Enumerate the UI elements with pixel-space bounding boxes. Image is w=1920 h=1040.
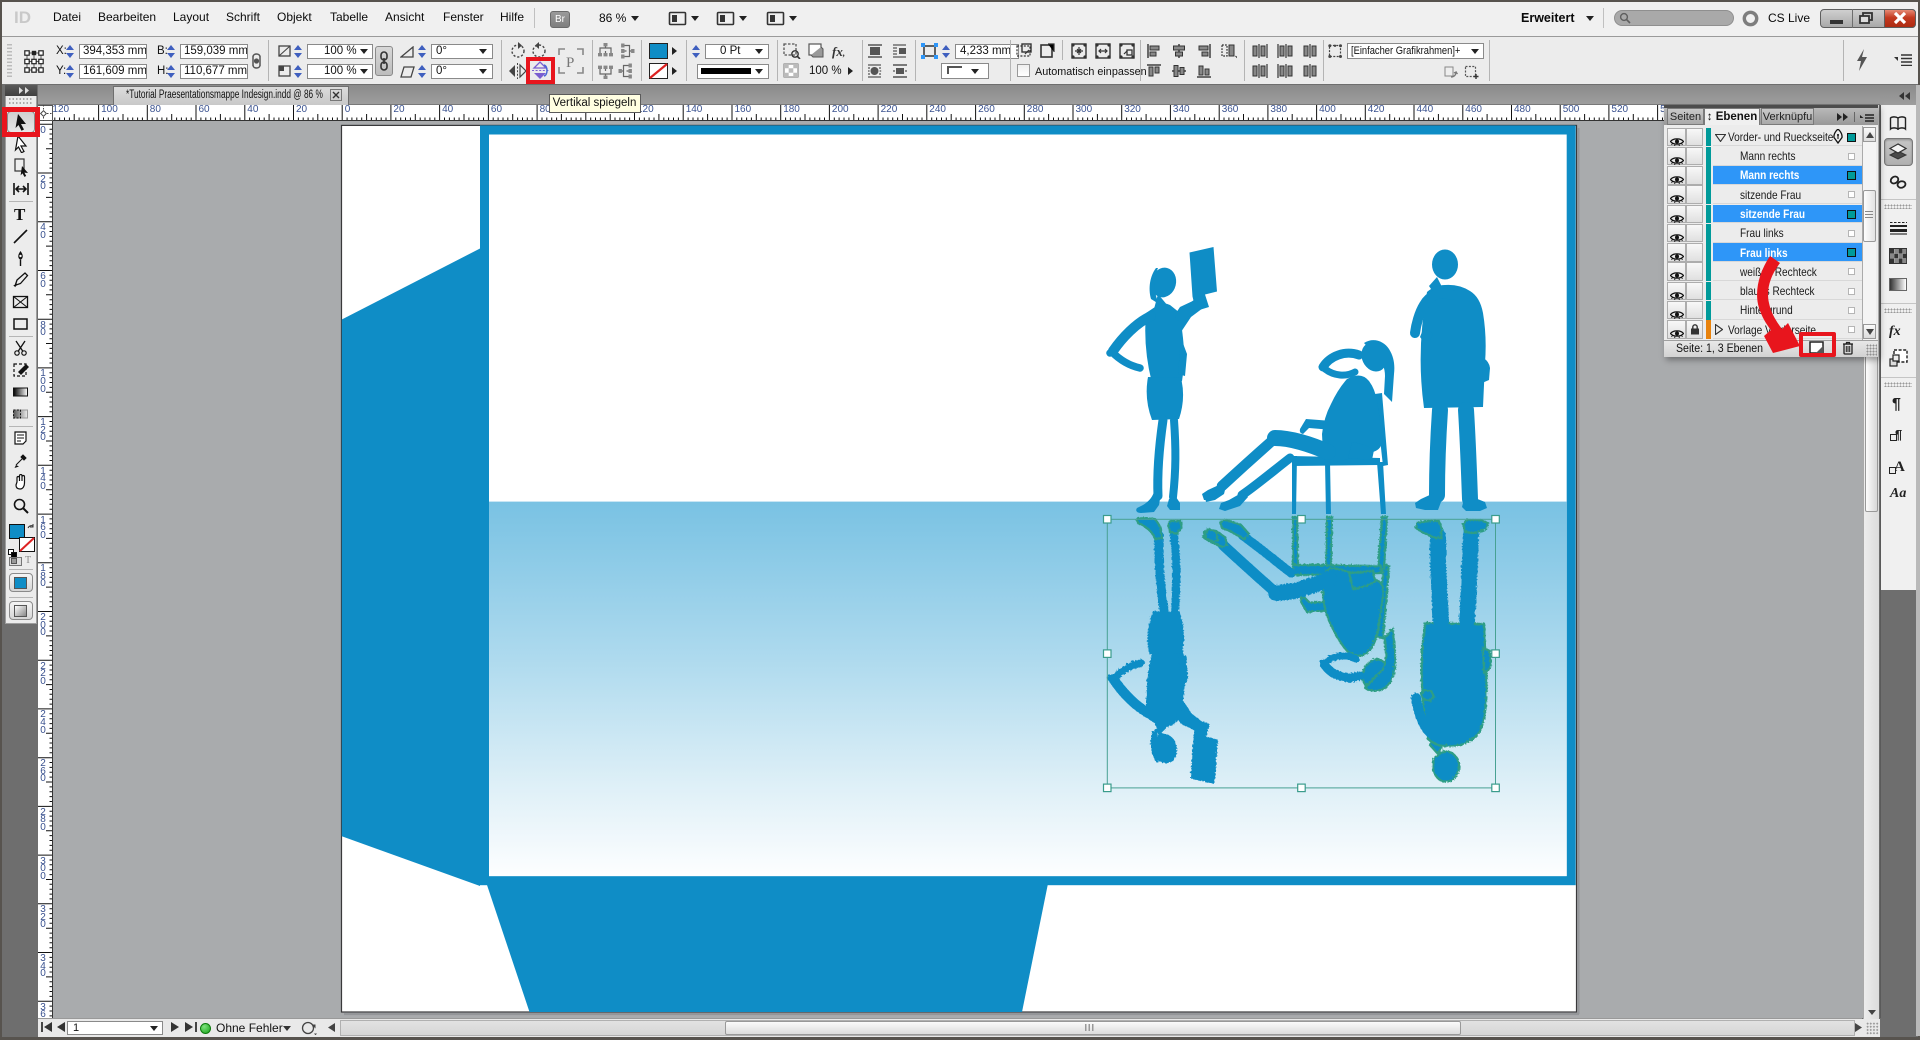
- svg-text:P: P: [566, 55, 574, 71]
- svg-text:T: T: [14, 205, 26, 223]
